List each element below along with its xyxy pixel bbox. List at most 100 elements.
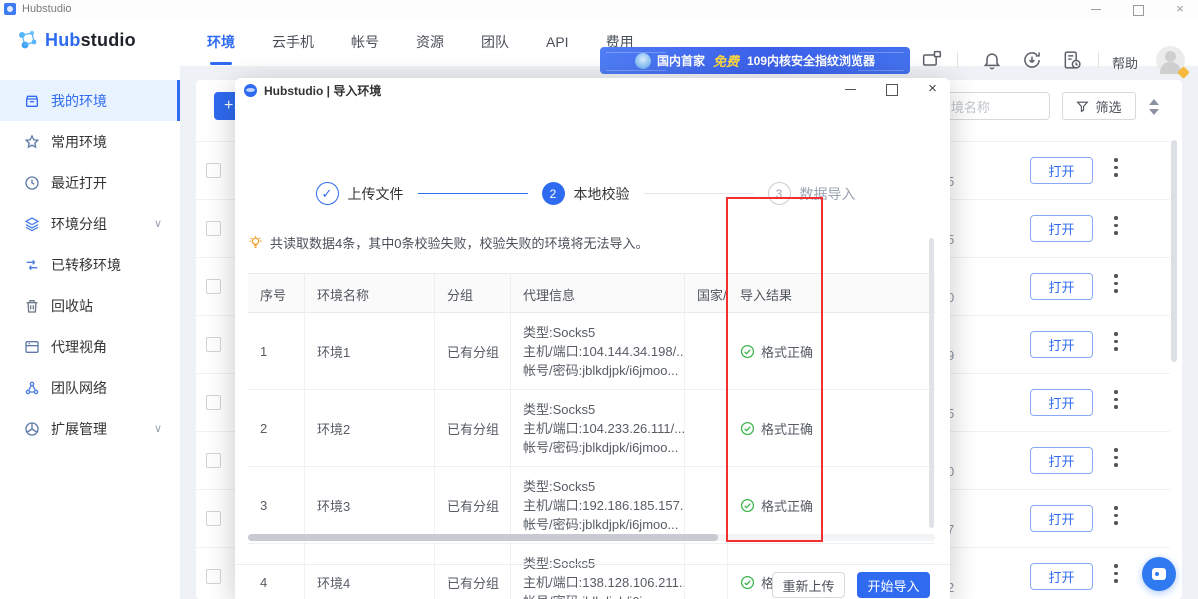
- sidebar-item-label: 代理视角: [51, 337, 107, 357]
- cell-country: [684, 467, 727, 544]
- cell-name: 环境1: [304, 313, 434, 390]
- start-import-button[interactable]: 开始导入: [857, 572, 930, 598]
- modal-table-horizontal-scrollbar[interactable]: [248, 534, 935, 541]
- col-header-proxy: 代理信息: [510, 274, 684, 314]
- modal-logo-icon: [244, 84, 257, 97]
- nav-item-account[interactable]: 帐号: [349, 28, 381, 56]
- window-maximize-button[interactable]: [1132, 3, 1144, 15]
- cell-index: 2: [248, 390, 304, 467]
- sort-toggle[interactable]: [1148, 99, 1160, 115]
- sidebar-item-label: 已转移环境: [51, 255, 121, 275]
- clock-icon: [24, 175, 40, 191]
- open-environment-button[interactable]: 打开: [1030, 389, 1093, 416]
- reupload-button[interactable]: 重新上传: [772, 572, 845, 598]
- open-environment-button[interactable]: 打开: [1030, 273, 1093, 300]
- modal-minimize-button[interactable]: [844, 82, 857, 95]
- cell-group: 已有分组: [434, 313, 510, 390]
- row-more-menu[interactable]: [1114, 158, 1118, 181]
- sidebar-item-frequent-environments[interactable]: 常用环境: [0, 121, 180, 162]
- layers-icon: [24, 216, 40, 232]
- table-header: 序号 环境名称 分组 代理信息 国家/地区 导入结果: [248, 273, 935, 313]
- window-minimize-button[interactable]: [1090, 3, 1102, 15]
- sidebar-item-my-environments[interactable]: 我的环境: [0, 80, 180, 121]
- row-more-menu[interactable]: [1114, 216, 1118, 239]
- customer-service-button[interactable]: [1142, 557, 1176, 591]
- chat-bubble-icon: [1152, 568, 1166, 580]
- row-checkbox[interactable]: [206, 511, 221, 526]
- row-more-menu[interactable]: [1114, 274, 1118, 297]
- filter-label: 筛选: [1095, 97, 1121, 116]
- row-more-menu[interactable]: [1114, 390, 1118, 413]
- modal-close-button[interactable]: ×: [926, 82, 939, 95]
- help-link[interactable]: 帮助: [1112, 53, 1138, 72]
- row-checkbox[interactable]: [206, 221, 221, 236]
- screen-share-icon[interactable]: [922, 50, 942, 70]
- step-2-circle: 2: [542, 182, 565, 205]
- cell-country: [684, 390, 727, 467]
- sidebar-item-team-network[interactable]: 团队网络: [0, 367, 180, 408]
- validation-notice: 共读取数据4条，其中0条校验失败，校验失败的环境将无法导入。: [248, 233, 648, 252]
- sort-up-icon: [1149, 99, 1159, 105]
- promo-banner[interactable]: 国内首家 免费 109内核安全指纹浏览器: [600, 47, 910, 74]
- user-avatar[interactable]: [1156, 46, 1185, 75]
- row-checkbox[interactable]: [206, 569, 221, 584]
- operation-log-icon[interactable]: [1062, 50, 1082, 70]
- open-environment-button[interactable]: 打开: [1030, 505, 1093, 532]
- nav-item-team[interactable]: 团队: [479, 28, 511, 56]
- row-checkbox[interactable]: [206, 279, 221, 294]
- team-network-icon: [24, 380, 40, 396]
- os-window-title: Hubstudio: [22, 3, 72, 15]
- row-more-menu[interactable]: [1114, 332, 1118, 355]
- step-connector: [644, 193, 754, 194]
- brand-logo[interactable]: Hubstudio: [16, 28, 136, 52]
- sidebar-item-label: 最近打开: [51, 173, 107, 193]
- chevron-down-icon[interactable]: ∨: [154, 217, 162, 230]
- row-more-menu[interactable]: [1114, 564, 1118, 587]
- plus-icon: +: [224, 97, 233, 115]
- chevron-down-icon[interactable]: ∨: [154, 422, 162, 435]
- modal-footer: 重新上传 开始导入: [235, 564, 950, 599]
- open-environment-button[interactable]: 打开: [1030, 447, 1093, 474]
- open-environment-button[interactable]: 打开: [1030, 215, 1093, 242]
- open-environment-button[interactable]: 打开: [1030, 157, 1093, 184]
- sidebar-item-proxy-view[interactable]: 代理视角: [0, 326, 180, 367]
- notice-text: 共读取数据4条，其中0条校验失败，校验失败的环境将无法导入。: [270, 233, 648, 252]
- nav-item-resources[interactable]: 资源: [414, 28, 446, 56]
- extension-icon: [24, 421, 40, 437]
- row-checkbox[interactable]: [206, 395, 221, 410]
- cell-name: 环境2: [304, 390, 434, 467]
- scrollbar-thumb[interactable]: [248, 534, 718, 541]
- app-logo-icon: [4, 3, 16, 15]
- open-environment-button[interactable]: 打开: [1030, 331, 1093, 358]
- row-checkbox[interactable]: [206, 337, 221, 352]
- modal-table-vertical-scrollbar[interactable]: [929, 238, 934, 528]
- import-environment-modal: Hubstudio | 导入环境 × ✓ 上传文件 2 本地校验 3 数据导入 …: [235, 78, 950, 599]
- row-more-menu[interactable]: [1114, 448, 1118, 471]
- filter-button[interactable]: 筛选: [1062, 92, 1136, 120]
- open-environment-button[interactable]: 打开: [1030, 563, 1093, 590]
- sidebar-item-recycle-bin[interactable]: 回收站: [0, 285, 180, 326]
- sidebar-item-environment-groups[interactable]: 环境分组 ∨: [0, 203, 180, 244]
- modal-maximize-button[interactable]: [885, 82, 898, 95]
- nav-item-cloud-phone[interactable]: 云手机: [270, 28, 316, 56]
- nav-item-environment[interactable]: 环境: [205, 28, 237, 56]
- environment-search-input[interactable]: 境名称: [948, 92, 1050, 120]
- sidebar-item-recently-opened[interactable]: 最近打开: [0, 162, 180, 203]
- cell-name: 环境3: [304, 467, 434, 544]
- sidebar-item-extension-management[interactable]: 扩展管理 ∨: [0, 408, 180, 449]
- row-checkbox[interactable]: [206, 453, 221, 468]
- sidebar-item-transferred-environments[interactable]: 已转移环境: [0, 244, 180, 285]
- update-download-icon[interactable]: [1022, 50, 1042, 70]
- row-more-menu[interactable]: [1114, 506, 1118, 529]
- notification-bell-icon[interactable]: [982, 50, 1002, 70]
- row-checkbox[interactable]: [206, 163, 221, 178]
- step-1-circle: ✓: [316, 182, 339, 205]
- sidebar-item-label: 我的环境: [51, 91, 107, 111]
- nav-item-api[interactable]: API: [544, 30, 571, 54]
- window-close-button[interactable]: ×: [1174, 3, 1186, 15]
- sidebar-item-label: 常用环境: [51, 132, 107, 152]
- lightbulb-icon: [248, 235, 263, 250]
- cell-group: 已有分组: [434, 467, 510, 544]
- list-scrollbar[interactable]: [1171, 140, 1177, 362]
- cell-proxy: 类型:Socks5主机/端口:192.186.185.157...帐号/密码:j…: [510, 467, 684, 544]
